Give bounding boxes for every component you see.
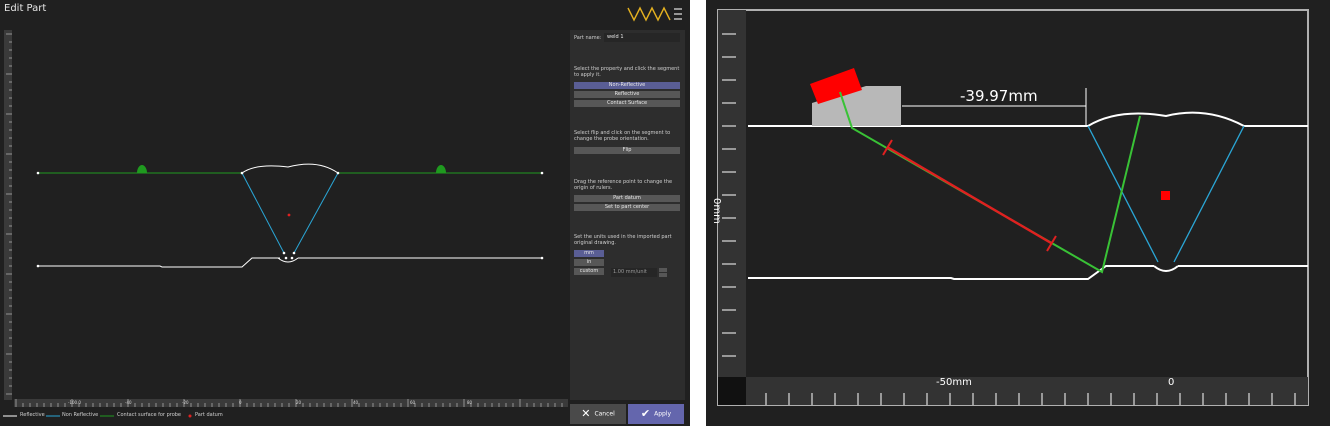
- weld-root[interactable]: [1153, 265, 1179, 272]
- part-datum-marker[interactable]: [287, 213, 291, 217]
- flip-instruction: Select flip and click on the segment to …: [574, 130, 671, 142]
- part-datum-button[interactable]: Part datum: [574, 195, 680, 202]
- ruler-tick-label: -20: [182, 400, 189, 405]
- segment-vertices[interactable]: [36, 171, 544, 268]
- ruler-tick-label: -100.0: [68, 400, 81, 405]
- ruler-tick-label: 40: [353, 400, 359, 405]
- bevel-left[interactable]: [1087, 125, 1159, 263]
- set-to-part-center-button[interactable]: Set to part center: [574, 204, 680, 211]
- zoom-canvas[interactable]: [706, 0, 1330, 426]
- origin-instruction: Drag the reference point to change the o…: [574, 179, 673, 191]
- vertical-ruler[interactable]: [718, 10, 746, 377]
- legend-nonreflective-label: Non Reflective: [62, 412, 99, 418]
- flip-button[interactable]: Flip: [574, 147, 680, 154]
- legend-contact-label: Contact surface for probe: [117, 412, 182, 418]
- contact-surface-button[interactable]: Contact Surface: [574, 100, 680, 107]
- weld-cap[interactable]: [241, 163, 339, 174]
- non-reflective-button[interactable]: Non-Reflective: [574, 82, 680, 89]
- part-canvas[interactable]: -100.0 -40 -20 0 20 40 60 80: [0, 0, 570, 426]
- ruler-corner: [718, 377, 746, 405]
- y-axis-origin-label: 0mm: [711, 198, 722, 224]
- legend-datum-swatch: [188, 414, 192, 418]
- legend-reflective-label: Reflective: [20, 412, 45, 418]
- part-name-label: Part name:: [574, 35, 602, 41]
- ruler-tick-label: 20: [296, 400, 302, 405]
- properties-panel: Part name: weld 1 Select the property an…: [570, 30, 685, 400]
- ruler-tick-label: -40: [125, 400, 132, 405]
- x-tick-label-neg50: -50mm: [936, 377, 972, 388]
- probe-marker-right-icon[interactable]: [436, 165, 446, 173]
- custom-units-up-icon[interactable]: [659, 268, 667, 272]
- cancel-button[interactable]: ✕ Cancel: [570, 404, 626, 424]
- wave-logo-icon: [627, 6, 682, 22]
- part-datum-marker[interactable]: [1161, 191, 1170, 200]
- weld-cap[interactable]: [1087, 111, 1245, 127]
- unit-in-button[interactable]: in: [574, 259, 604, 266]
- beam-tick-end: [1046, 235, 1057, 252]
- ruler-tick-label: 80: [467, 400, 473, 405]
- apply-button[interactable]: ✔ Apply: [628, 404, 684, 424]
- bevel-left[interactable]: [241, 172, 285, 254]
- property-instruction: Select the property and click the segmen…: [574, 66, 680, 78]
- custom-units-down-icon[interactable]: [659, 273, 667, 277]
- legend-datum-label: Part datum: [195, 412, 223, 418]
- edit-part-window: Edit Part -100.0 -40 -20 0 20 40 60 80 R…: [0, 0, 690, 426]
- close-icon: ✕: [581, 407, 591, 420]
- reflective-button[interactable]: Reflective: [574, 91, 680, 98]
- unit-custom-button[interactable]: custom: [574, 268, 604, 275]
- x-tick-label-zero: 0: [1168, 377, 1175, 388]
- distance-label: -39.97mm: [960, 87, 1038, 105]
- unit-mm-button[interactable]: mm: [574, 250, 604, 257]
- part-name-input[interactable]: weld 1: [604, 33, 680, 42]
- view-frame: [717, 9, 1309, 406]
- weld-root[interactable]: [277, 257, 299, 263]
- bevel-right[interactable]: [1173, 125, 1245, 263]
- checkmark-icon: ✔: [640, 407, 651, 420]
- beam-segment: [886, 145, 1052, 245]
- units-instruction: Set the units used in the imported part …: [574, 234, 672, 246]
- probe-marker-left-icon[interactable]: [137, 165, 147, 173]
- vertical-ruler[interactable]: [4, 30, 12, 400]
- bevel-right[interactable]: [293, 172, 339, 254]
- ruler-tick-label: 60: [410, 400, 416, 405]
- zoomed-part-view: -39.97mm 0mm -50mm 0: [706, 0, 1330, 426]
- custom-units-input[interactable]: 1.00 mm/unit: [611, 268, 657, 277]
- horizontal-ruler[interactable]: [746, 377, 1308, 405]
- bottom-surface-left[interactable]: [38, 257, 280, 268]
